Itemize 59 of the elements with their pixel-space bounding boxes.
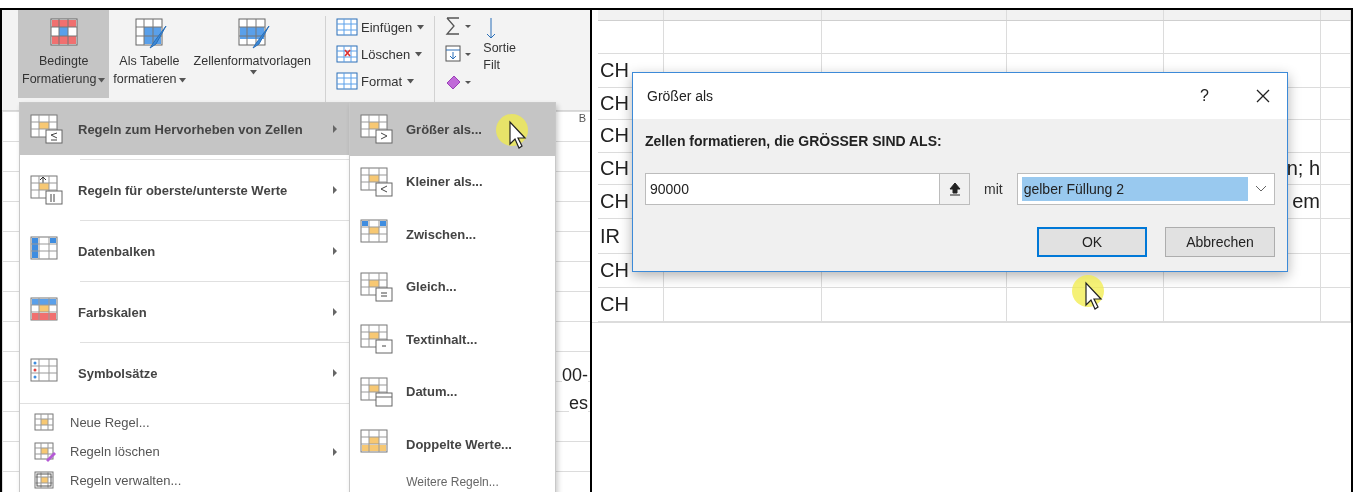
menu-item[interactable]: Doppelte Werte... [350, 418, 555, 471]
cell-text: CH [599, 293, 629, 317]
less-than-icon [360, 166, 394, 197]
sort-filter-label[interactable]: Filt [483, 57, 500, 74]
menu-footer-link[interactable]: Weitere Regeln... [350, 470, 555, 489]
value-field[interactable]: 90000 [645, 173, 970, 205]
eraser-grid-icon [34, 441, 56, 462]
menu-item[interactable]: Datum... [350, 365, 555, 418]
menu-item[interactable]: Größer als... [350, 103, 555, 156]
dialog-prompt: Zellen formatieren, die GRÖSSER SIND ALS: [645, 133, 943, 149]
menu-item[interactable]: Regeln für oberste/unterste Werte [20, 164, 350, 216]
cancel-button[interactable]: Abbrechen [1165, 227, 1275, 257]
ribbon-button[interactable]: Einfügen [336, 16, 425, 38]
menu-item[interactable]: Gleich... [350, 260, 555, 313]
date-icon [360, 376, 394, 407]
format-cells-icon [336, 72, 358, 90]
dialog-title: Größer als [647, 88, 715, 104]
group-label: B [578, 112, 586, 124]
cell-text: CH [599, 58, 629, 82]
menu-item[interactable]: Neue Regel... [20, 408, 350, 437]
equal-icon [360, 271, 394, 302]
chevron-down-icon [1255, 185, 1267, 193]
top-bottom-rules-icon [30, 175, 64, 205]
menu-item[interactable]: Regeln zum Hervorheben von Zellen [20, 103, 350, 155]
cell-text: CH [599, 156, 629, 180]
menu-item[interactable]: Farbskalen [20, 286, 350, 338]
sort-filter-label[interactable]: Sortie [483, 40, 516, 57]
menu-item[interactable]: Symbolsätze [20, 347, 350, 399]
greater-than-icon [360, 114, 394, 145]
cell-text: CH [599, 259, 629, 283]
ok-button[interactable]: OK [1037, 227, 1147, 257]
new-rule-icon [34, 412, 56, 433]
field-label: mit [984, 181, 1003, 197]
cell-text: IR [599, 224, 620, 248]
ribbon-button[interactable]: Zellenformatvorlagen [189, 10, 315, 98]
text-contains-icon [360, 324, 394, 355]
close-icon [1255, 88, 1271, 104]
delete-cells-icon [336, 45, 358, 63]
ribbon-button[interactable]: Als Tabelle formatieren [109, 10, 190, 98]
help-button[interactable]: ? [1196, 87, 1213, 105]
menu-item[interactable]: Zwischen... [350, 208, 555, 261]
highlight-rules-icon [30, 114, 64, 144]
format-dropdown[interactable]: gelber Füllung 2 [1016, 173, 1275, 205]
menu-item[interactable]: Kleiner als... [350, 155, 555, 208]
menu-item[interactable]: Textinhalt... [350, 313, 555, 366]
cell-text: CH [599, 124, 629, 148]
cell-text: CH [599, 190, 629, 214]
menu-item[interactable]: Datenbalken [20, 225, 350, 277]
ribbon-button[interactable]: Löschen [336, 43, 425, 65]
cell-text: n; h [1285, 156, 1320, 180]
ribbon-button[interactable]: Bedingte Formatierung [18, 10, 110, 98]
insert-cells-icon [336, 18, 358, 36]
ribbon-button[interactable]: Format [336, 70, 425, 92]
upload-arrow-icon [948, 182, 961, 196]
menu-item[interactable]: Regeln verwalten... [20, 466, 350, 492]
range-select-button[interactable] [939, 174, 969, 204]
cell-text: em [1291, 190, 1320, 214]
menu-item[interactable]: Regeln löschen [20, 437, 350, 466]
cell-text: CH [599, 91, 629, 115]
